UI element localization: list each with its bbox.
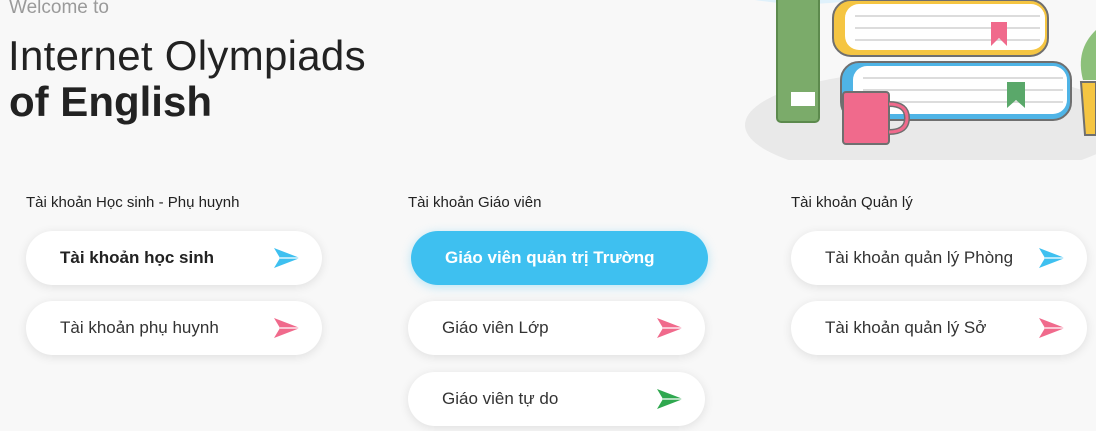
send-icon <box>274 318 300 338</box>
board-manager-button[interactable]: Tài khoản quản lý Sở <box>791 301 1087 355</box>
send-icon <box>274 248 300 268</box>
school-admin-teacher-label: Giáo viên quản trị Trường <box>445 248 655 267</box>
school-admin-teacher-button[interactable]: Giáo viên quản trị Trường <box>411 231 708 285</box>
parent-account-label: Tài khoản phụ huynh <box>60 318 219 337</box>
page-title-line2: of English <box>9 78 212 125</box>
send-icon <box>657 389 683 409</box>
group-label-teacher: Tài khoản Giáo viên <box>408 194 542 211</box>
page-title-line1: Internet Olympiads <box>8 32 366 79</box>
books-illustration <box>745 0 1096 160</box>
student-account-button[interactable]: Tài khoản học sinh <box>26 231 322 285</box>
parent-account-button[interactable]: Tài khoản phụ huynh <box>26 301 322 355</box>
group-label-student-parent: Tài khoản Học sinh - Phụ huynh <box>26 194 240 211</box>
send-icon <box>657 318 683 338</box>
freelance-teacher-button[interactable]: Giáo viên tự do <box>408 372 705 426</box>
board-manager-label: Tài khoản quản lý Sở <box>825 318 987 337</box>
class-teacher-label: Giáo viên Lớp <box>442 318 549 337</box>
group-label-manager: Tài khoản Quản lý <box>791 194 913 211</box>
department-manager-button[interactable]: Tài khoản quản lý Phòng <box>791 231 1087 285</box>
send-icon <box>1039 248 1065 268</box>
student-account-label: Tài khoản học sinh <box>60 248 214 267</box>
welcome-text: Welcome to <box>9 0 109 18</box>
class-teacher-button[interactable]: Giáo viên Lớp <box>408 301 705 355</box>
freelance-teacher-label: Giáo viên tự do <box>442 389 559 408</box>
department-manager-label: Tài khoản quản lý Phòng <box>825 248 1014 267</box>
send-icon <box>1039 318 1065 338</box>
